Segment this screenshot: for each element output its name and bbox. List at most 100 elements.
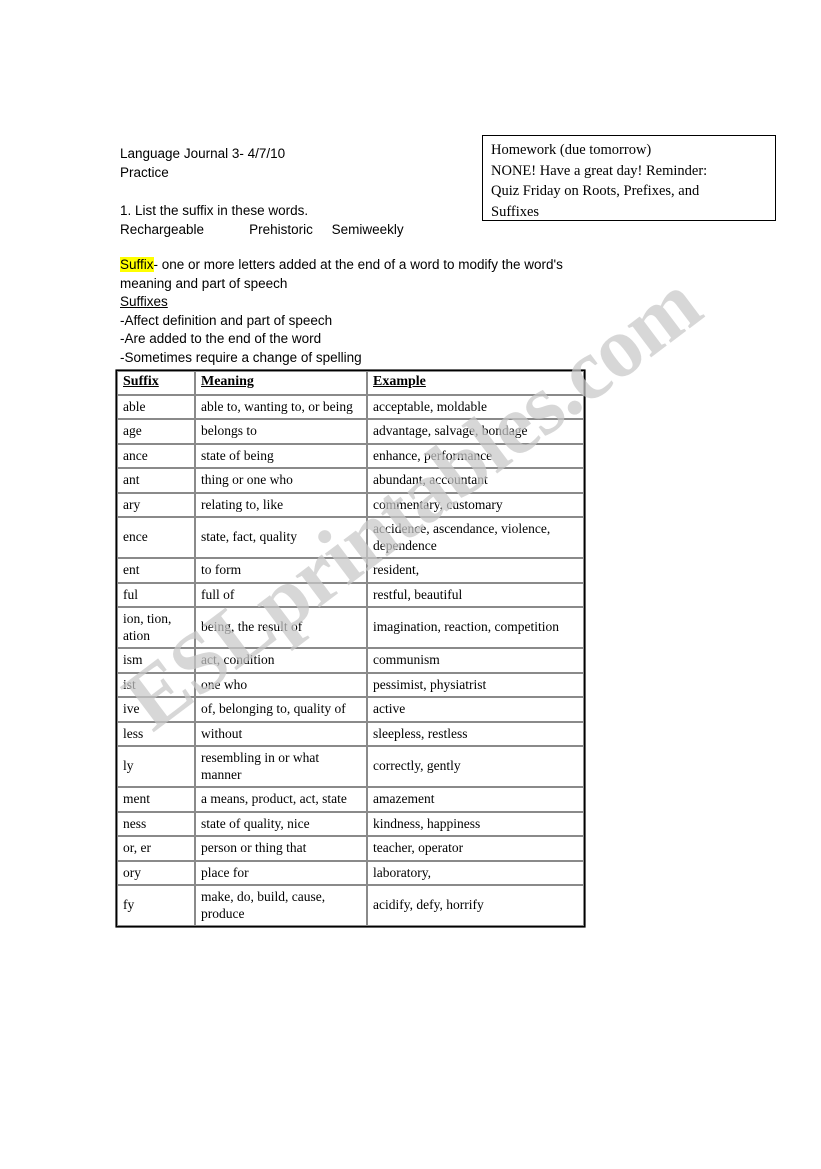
cell-suffix: ism [117, 648, 195, 673]
cell-example: advantage, salvage, bondage [367, 419, 584, 444]
worksheet-page: Language Journal 3- 4/7/10 Practice 1. L… [0, 0, 821, 1169]
cell-suffix: ory [117, 860, 195, 885]
cell-example: sleepless, restless [367, 721, 584, 746]
cell-suffix: fy [117, 885, 195, 926]
suffix-highlighted-term: Suffix [120, 257, 154, 272]
cell-example: teacher, operator [367, 836, 584, 861]
cell-meaning: belongs to [195, 419, 367, 444]
cell-meaning: place for [195, 860, 367, 885]
homework-line-2: NONE! Have a great day! Reminder: [491, 162, 708, 179]
suffix-bullet-2: -Are added to the end of the word [120, 331, 322, 346]
worksheet-header: Language Journal 3- 4/7/10 Practice 1. L… [120, 144, 465, 239]
table-row: ion, tion, ation being, the result of imag… [117, 607, 584, 648]
column-header-suffix: Suffix [117, 371, 195, 395]
cell-meaning: being, the result of [195, 607, 367, 648]
cell-suffix: able [117, 394, 195, 419]
cell-meaning: of, belonging to, quality of [195, 697, 367, 722]
table-row: ence state, fact, quality accidence, ascen… [117, 517, 584, 558]
table-row: ent to form resident, [117, 558, 584, 583]
table-row: ful full of restful, beautiful [117, 582, 584, 607]
cell-suffix: ance [117, 443, 195, 468]
table-row: less without sleepless, restless [117, 721, 584, 746]
cell-suffix: ent [117, 558, 195, 583]
cell-suffix: ful [117, 582, 195, 607]
cell-example: restful, beautiful [367, 582, 584, 607]
table-row: ory place for laboratory, [117, 860, 584, 885]
cell-suffix: or, er [117, 836, 195, 861]
suffix-bullet-3: -Sometimes require a change of spelling [120, 349, 362, 365]
cell-meaning: person or thing that [195, 836, 367, 861]
cell-example: resident, [367, 558, 584, 583]
cell-example: acidify, defy, horrify [367, 885, 584, 926]
cell-meaning: one who [195, 672, 367, 697]
cell-meaning: state of quality, nice [195, 811, 367, 836]
cell-meaning: resembling in or what manner [195, 746, 367, 787]
cell-suffix: ive [117, 697, 195, 722]
homework-heading: Homework (due tomorrow) [491, 142, 652, 158]
cell-suffix: ist [117, 672, 195, 697]
question-1-prompt: 1. List the suffix in these words. [120, 203, 309, 218]
homework-line-3: Quiz Friday on Roots, Prefixes, and [491, 183, 700, 199]
suffix-reference-table: Suffix Meaning Example able able to, want… [117, 371, 584, 926]
suffix-bullet-1: -Affect definition and part of speech [120, 312, 333, 328]
table-row: ment a means, product, act, state amazemen… [117, 787, 584, 812]
cell-suffix: ness [117, 811, 195, 836]
cell-meaning: full of [195, 582, 367, 607]
cell-meaning: thing or one who [195, 468, 367, 493]
homework-box: Homework (due tomorrow) NONE! Have a gre… [482, 135, 776, 221]
cell-suffix: ment [117, 787, 195, 812]
cell-suffix: ion, tion, ation [117, 607, 195, 648]
table-row: ance state of being enhance, performance [117, 443, 584, 468]
cell-example: accidence, ascendance, violence, depende… [367, 517, 584, 558]
cell-meaning: relating to, like [195, 492, 367, 517]
cell-example: imagination, reaction, competition [367, 607, 584, 648]
table-row: ist one who pessimist, physiatrist [117, 672, 584, 697]
cell-example: active [367, 697, 584, 722]
practice-label: Practice [120, 165, 169, 180]
cell-example: kindness, happiness [367, 811, 584, 836]
cell-meaning: to form [195, 558, 367, 583]
table-row: ness state of quality, nice kindness, happ… [117, 811, 584, 836]
cell-example: correctly, gently [367, 746, 584, 787]
table-row: ant thing or one who abundant, accountant [117, 468, 584, 493]
suffixes-subheading: Suffixes [120, 294, 168, 309]
cell-meaning: act, condition [195, 648, 367, 673]
suffix-definition: Suffix- one or more letters added at the… [120, 256, 590, 293]
cell-suffix: ly [117, 746, 195, 787]
cell-example: acceptable, moldable [367, 394, 584, 419]
column-header-example: Example [367, 371, 584, 395]
cell-suffix: less [117, 721, 195, 746]
table-row: ism act, condition communism [117, 648, 584, 673]
cell-meaning: a means, product, act, state [195, 787, 367, 812]
table-row: fy make, do, build, cause, produce acidify… [117, 885, 584, 926]
cell-meaning: without [195, 721, 367, 746]
cell-meaning: make, do, build, cause, produce [195, 885, 367, 926]
cell-suffix: age [117, 419, 195, 444]
cell-meaning: state, fact, quality [195, 517, 367, 558]
table-row: ary relating to, like commentary, customar… [117, 492, 584, 517]
header-spacer [120, 182, 465, 201]
table-header-row: Suffix Meaning Example [117, 371, 584, 395]
suffix-definition-block: Suffix- one or more letters added at the… [120, 256, 590, 367]
column-header-meaning: Meaning [195, 371, 367, 395]
suffix-definition-text: - one or more letters added at the end o… [120, 257, 563, 291]
table-row: ly resembling in or what manner correctly,… [117, 746, 584, 787]
cell-example: enhance, performance [367, 443, 584, 468]
suffix-table-body: able able to, wanting to, or being accepta… [117, 394, 584, 926]
cell-suffix: ary [117, 492, 195, 517]
table-row: or, er person or thing that teacher, oper… [117, 836, 584, 861]
question-1-words: Rechargeable Prehistoric Semiweekly [120, 222, 404, 237]
cell-example: amazement [367, 787, 584, 812]
journal-title-line: Language Journal 3- 4/7/10 [120, 146, 286, 161]
cell-example: communism [367, 648, 584, 673]
cell-example: abundant, accountant [367, 468, 584, 493]
table-row: able able to, wanting to, or being accepta… [117, 394, 584, 419]
cell-suffix: ant [117, 468, 195, 493]
homework-line-4: Suffixes [491, 203, 540, 220]
cell-meaning: able to, wanting to, or being [195, 394, 367, 419]
cell-example: commentary, customary [367, 492, 584, 517]
table-row: age belongs to advantage, salvage, bondage [117, 419, 584, 444]
cell-example: laboratory, [367, 860, 584, 885]
cell-suffix: ence [117, 517, 195, 558]
table-row: ive of, belonging to, quality of active [117, 697, 584, 722]
